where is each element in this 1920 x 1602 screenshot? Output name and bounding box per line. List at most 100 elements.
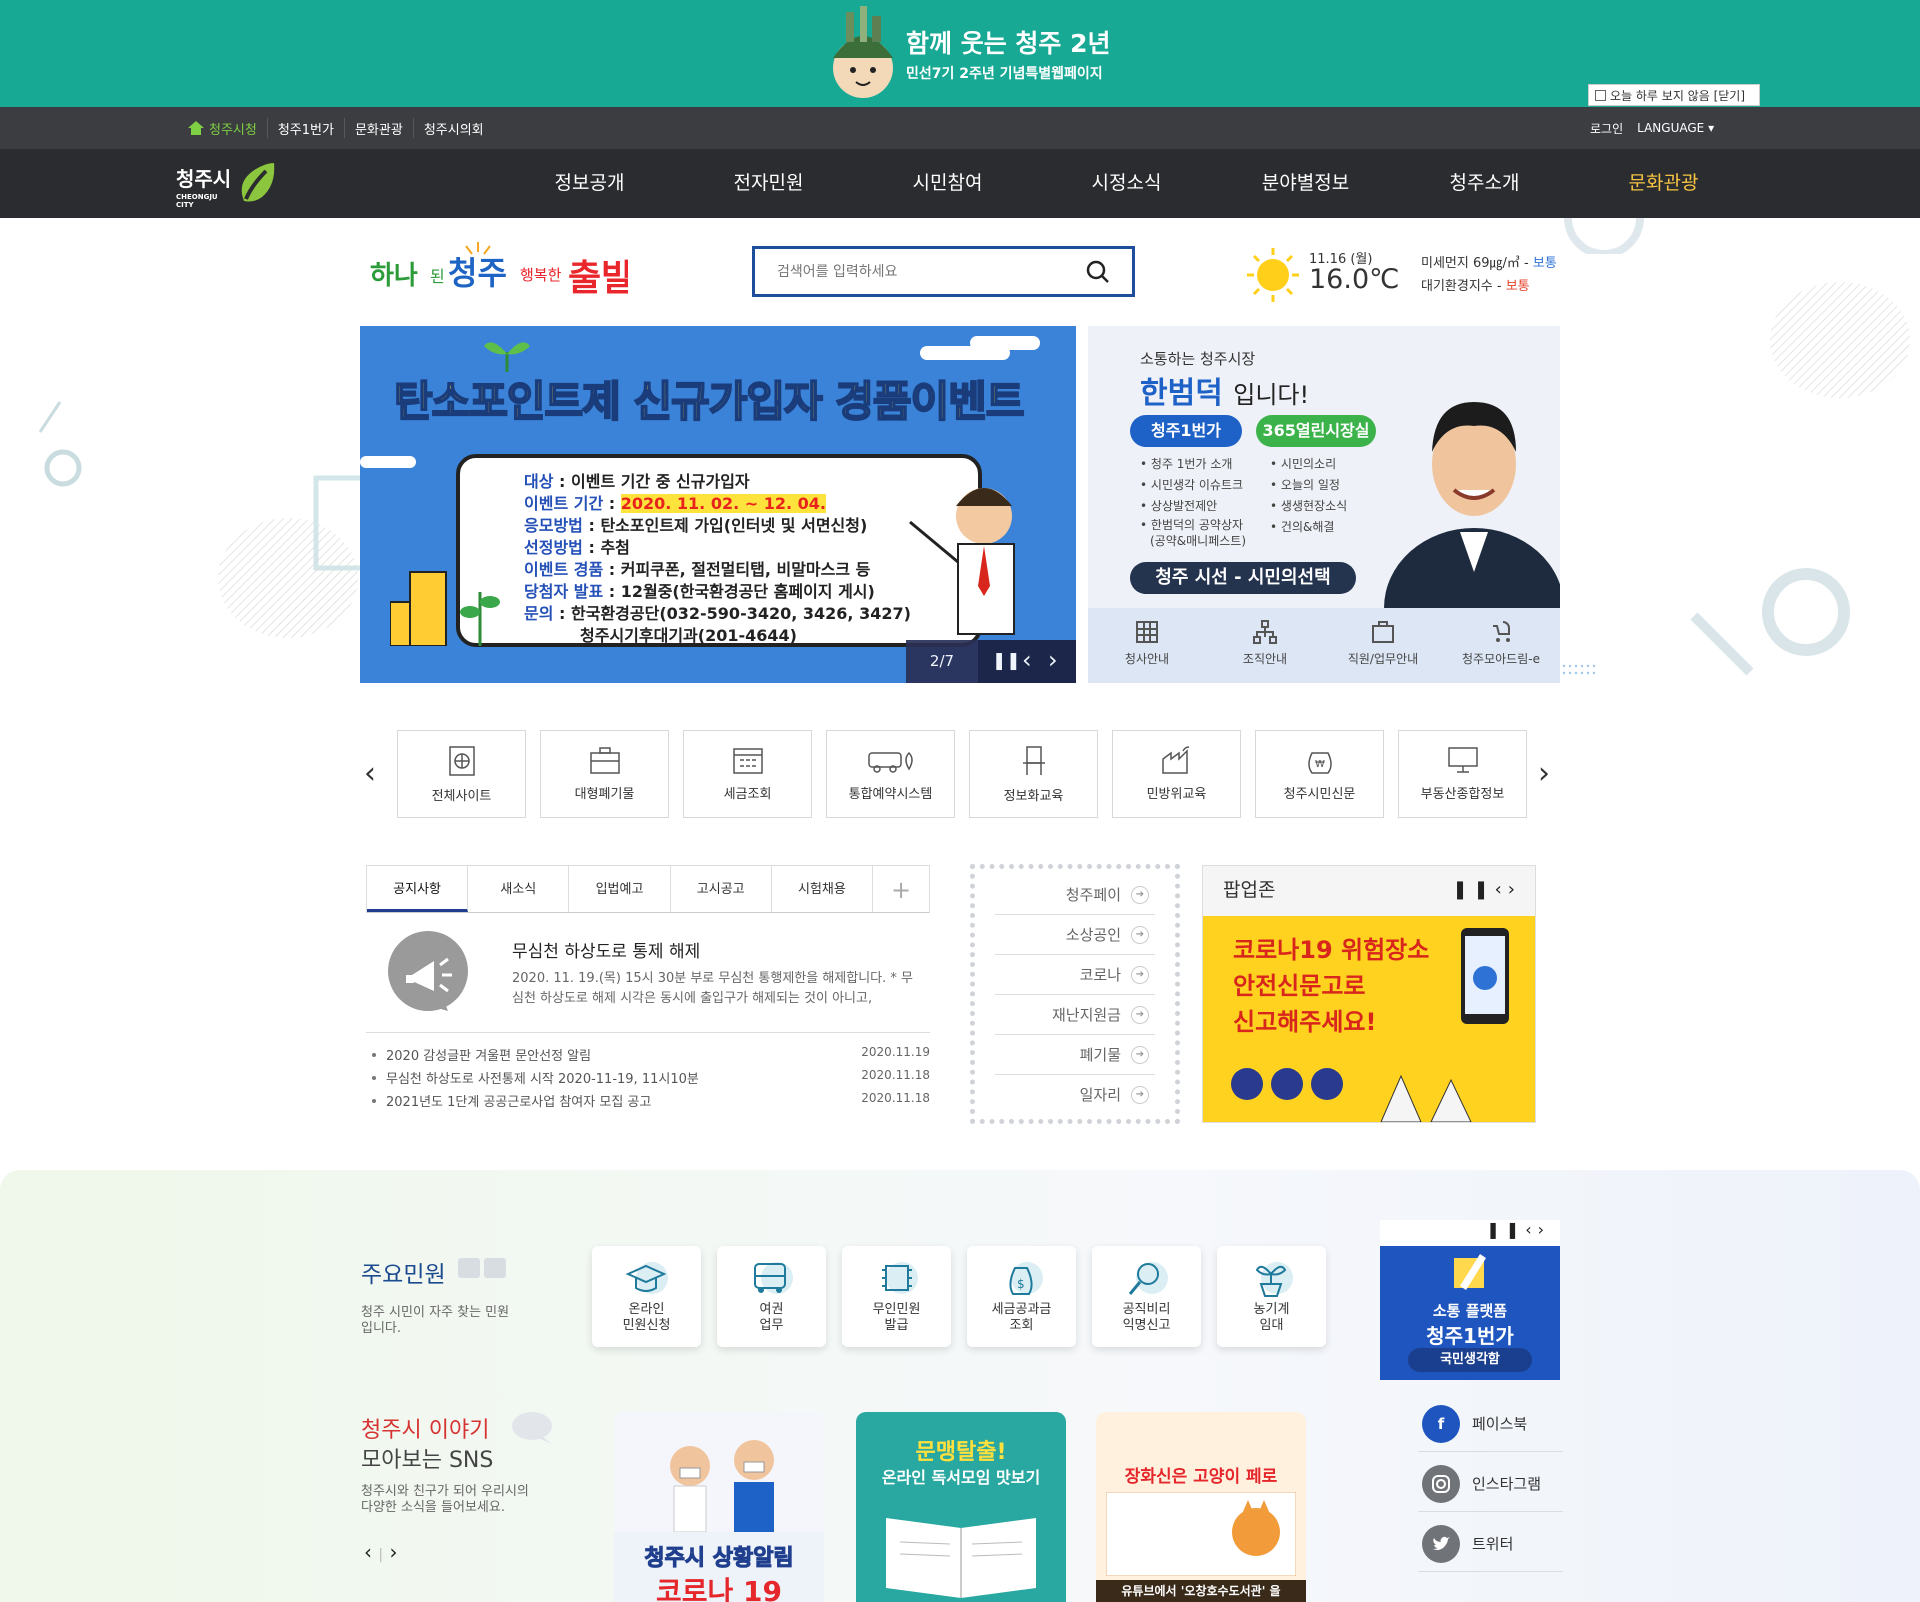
cheongju-1st-pill[interactable]: 청주1번가 [1130,415,1242,447]
social-instagram[interactable]: 인스타그램 [1418,1456,1563,1512]
link-city-council[interactable]: 청주시의회 [414,118,494,138]
menu-field-info[interactable]: 분야별정보 [1216,149,1395,218]
featured-notice-title: 무심천 하상도로 통제 해제 [512,942,701,962]
popup-zone: 팝업존 ❚❚‹› 코로나19 위험장소 안전신문고로 신고해주세요! [1202,865,1536,1123]
tab-notice[interactable]: 공지사항 [367,866,469,912]
quick-link-citizen-newspaper[interactable]: ₩ 청주시민신문 [1255,730,1384,818]
svg-text:하나: 하나 [370,261,418,291]
stroller-icon [1493,621,1510,642]
keyword-item[interactable]: 소상공인 ➔ [995,915,1155,955]
instagram-icon [1422,1464,1460,1503]
tab-news[interactable]: 새소식 [468,866,570,912]
quick-staff-guide[interactable]: 직원/업무안내 [1324,608,1442,683]
popup-banner[interactable]: 코로나19 위험장소 안전신문고로 신고해주세요! [1203,916,1535,1122]
presenter-illustration [909,488,1015,635]
quick-moa-dream[interactable]: 청주모아드림-e [1442,608,1560,683]
carousel-next-icon[interactable]: › [1538,756,1550,791]
carousel-prev-icon[interactable]: ‹ [364,756,376,791]
arrow-right-icon: ➔ [1131,926,1149,944]
arrow-right-icon: ➔ [1131,1086,1149,1104]
close-today-checkbox[interactable]: 오늘 하루 보지 않음 [닫기] [1588,84,1760,106]
quick-building-guide[interactable]: 청사안내 [1088,608,1206,683]
arrow-right-icon: ➔ [1131,886,1149,904]
story-prev-icon[interactable]: ‹ [364,1540,372,1564]
tab-recruitment[interactable]: 시험채용 [772,866,874,912]
caret-down-icon: ▾ [1708,121,1715,135]
social-facebook[interactable]: f 페이스북 [1418,1396,1563,1452]
slider-controls: 2/7 ❚❚ ‹ › [906,640,1076,683]
bus-icon [753,1262,793,1294]
quick-link-tax-inquiry[interactable]: 세금조회 [683,730,812,818]
svg-text:$: $ [1017,1277,1025,1291]
mayor-links-right: • 시민의소리 • 오늘의 일정 • 생생현장소식 • 건의&해결 [1270,457,1348,534]
mayor-vision-banner[interactable]: 청주 시선 - 시민의선택 [1130,562,1356,594]
civil-unmanned-issue[interactable]: 무인민원 발급 [842,1246,951,1347]
menu-city-news[interactable]: 시정소식 [1037,149,1216,218]
event-board: 대상 : 이벤트 기간 중 신규가입자 이벤트 기간 : 2020. 11. 0… [456,454,982,647]
logo-leaf-icon [241,163,275,202]
quick-link-bulky-waste[interactable]: 대형폐기물 [540,730,669,818]
site-logo[interactable]: 청주시 CHEONGJU CITY [176,157,286,211]
open-mayor-office-pill[interactable]: 365열린시장실 [1256,415,1376,447]
sns-card[interactable]: 청주시 상황알림 코로나 19 [614,1412,824,1602]
menu-culture-tour[interactable]: 문화관광 [1574,149,1753,218]
keyword-item[interactable]: 폐기물 ➔ [995,1035,1155,1075]
quick-org-guide[interactable]: 조직안내 [1206,608,1324,683]
sns-card[interactable]: 장화신은 고양이 페로 유튜브에서 '오창호수도서관' 을 [1096,1412,1306,1602]
popup-controls[interactable]: ❚❚‹› [1452,866,1521,914]
side-promo-controls[interactable]: ❚❚‹› [1380,1220,1560,1246]
featured-notice[interactable]: 무심천 하상도로 통제 해제 2020. 11. 19.(목) 15시 30분 … [366,913,930,1033]
quick-link-it-education[interactable]: 정보화교육 [969,730,1098,818]
tab-announcement[interactable]: 고시공고 [671,866,772,912]
megaphone-icon [388,931,468,1011]
menu-about-cheongju[interactable]: 청주소개 [1395,149,1574,218]
story-next-icon[interactable]: › [389,1540,397,1564]
list-item[interactable]: 2020 감성글판 겨울편 문안선정 알림 2020.11.19 [366,1045,930,1068]
weather-widget: 11.16 (월) 16.0℃ 미세먼지 69㎍/㎥ - 보통 대기환경지수 -… [1245,244,1575,304]
main-visual-slider[interactable]: 탄소포인트제 신규가입자 경품이벤트 대상 : 이벤트 기간 중 신규가입자 이… [360,326,1076,683]
more-button[interactable]: + [873,866,929,912]
language-select[interactable]: LANGUAGE ▾ [1637,121,1714,135]
home-icon [188,121,204,135]
social-twitter[interactable]: 트위터 [1418,1516,1563,1572]
factory-icon [1161,746,1189,774]
mayor-portrait [1384,402,1560,608]
checkbox-icon[interactable] [1595,89,1606,101]
civil-farm-machine[interactable]: 농기계 임대 [1217,1246,1326,1347]
quick-link-civil-defense[interactable]: 민방위교육 [1112,730,1241,818]
keyword-item[interactable]: 코로나 ➔ [995,955,1155,995]
top-promo-banner[interactable]: 함께 웃는 청주 2년 민선7기 2주년 기념특별웹페이지 오늘 하루 보지 않… [0,0,1920,107]
side-promo-banner[interactable]: ❚❚‹› 소통 플랫폼 청주1번가 국민생각함 [1380,1220,1560,1380]
keyword-item[interactable]: 청주페이 ➔ [995,875,1155,915]
sns-card-illustration-2 [886,1518,1036,1598]
search-icon[interactable] [1086,260,1110,284]
keyword-item[interactable]: 일자리 ➔ [995,1075,1155,1115]
link-culture-tour[interactable]: 문화관광 [345,118,414,138]
menu-citizen-participation[interactable]: 시민참여 [858,149,1037,218]
menu-e-civil[interactable]: 전자민원 [679,149,858,218]
civil-online-application[interactable]: 온라인 민원신청 [592,1246,701,1347]
banner-subtitle: 민선7기 2주년 기념특별웹페이지 [906,66,1103,82]
search-input[interactable] [777,249,1097,294]
list-item[interactable]: 무심천 하상도로 사전통제 시작 2020-11-19, 11시10분 2020.… [366,1068,930,1091]
login-link[interactable]: 로그인 [1590,120,1623,137]
civil-corruption-report[interactable]: 공직비리 익명신고 [1092,1246,1201,1347]
national-thought-button[interactable]: 국민생각함 [1408,1348,1532,1372]
list-item[interactable]: 2021년도 1단계 공공근로사업 참여자 모집 공고 2020.11.18 [366,1091,930,1114]
civil-tax-inquiry[interactable]: $ 세금공과금 조회 [967,1246,1076,1347]
link-cheongju-1st[interactable]: 청주1번가 [268,118,345,138]
pause-icon[interactable]: ❚❚ [992,651,1021,671]
quick-link-all-sites[interactable]: 전체사이트 [397,730,526,818]
keyword-item[interactable]: 재난지원금 ➔ [995,995,1155,1035]
quick-link-real-estate[interactable]: 부동산종합정보 [1398,730,1527,818]
menu-info-disclosure[interactable]: 정보공개 [500,149,679,218]
monitor-icon [1447,747,1478,773]
civil-passport[interactable]: 여권 업무 [717,1246,826,1347]
tab-legislation[interactable]: 입법예고 [569,866,671,912]
link-city-hall[interactable]: 청주시청 [178,118,268,138]
quick-link-reservation[interactable]: 통합예약시스템 [826,730,955,818]
sns-card[interactable]: 문맹탈출! 온라인 독서모임 맛보기 [856,1412,1066,1602]
next-icon[interactable]: › [1048,646,1058,674]
pencil-icon [1454,1254,1486,1290]
prev-icon[interactable]: ‹ [1022,646,1032,674]
